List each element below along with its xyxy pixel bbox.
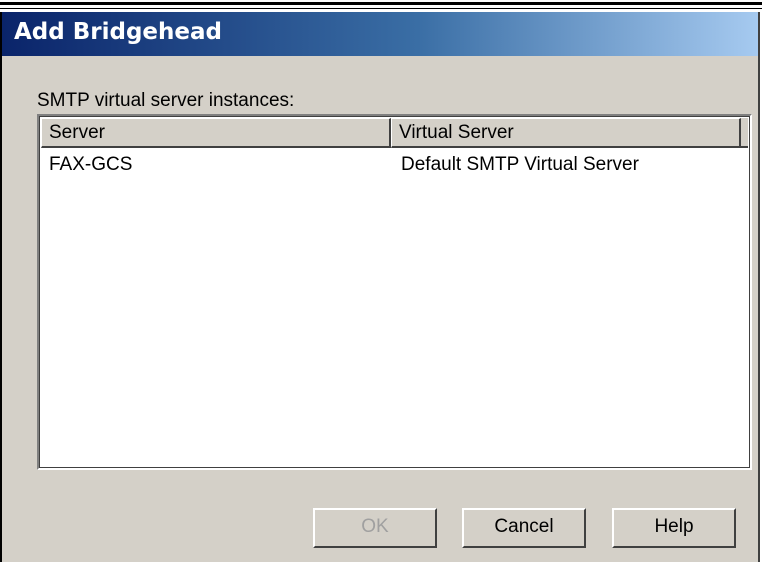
add-bridgehead-dialog: Add Bridgehead SMTP virtual server insta… [0,12,760,562]
smtp-instances-listview[interactable]: Server Virtual Server FAX-GCS Default SM… [37,114,752,470]
ok-button[interactable]: OK [313,508,437,548]
top-border-rule [0,2,762,5]
title-bar: Add Bridgehead [2,12,758,56]
column-header-server[interactable]: Server [41,118,391,148]
column-header-filler [741,118,748,148]
list-item[interactable]: FAX-GCS Default SMTP Virtual Server [41,154,748,180]
cancel-button[interactable]: Cancel [462,508,586,548]
help-button[interactable]: Help [612,508,736,548]
dialog-title: Add Bridgehead [14,19,222,45]
top-border-rule-thin [0,8,762,9]
cell-virtual-server: Default SMTP Virtual Server [401,154,639,175]
list-header: Server Virtual Server [41,118,748,148]
column-header-virtual-server[interactable]: Virtual Server [391,118,741,148]
cell-server: FAX-GCS [49,154,133,175]
smtp-instances-label: SMTP virtual server instances: [37,90,295,111]
